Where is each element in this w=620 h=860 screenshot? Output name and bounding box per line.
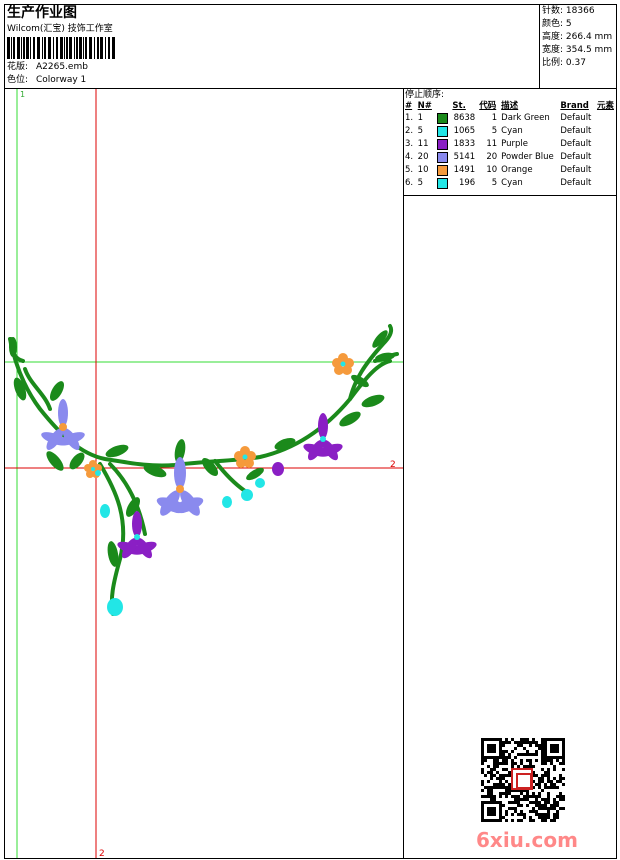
powder-blue-flowers	[41, 399, 204, 516]
row-description: Orange	[501, 165, 533, 175]
row-brand: Default	[560, 165, 592, 175]
row-description: Powder Blue	[501, 152, 554, 162]
row-index: 6.	[405, 178, 414, 188]
page-title: 生产作业图	[7, 5, 77, 21]
row-brand: Default	[560, 139, 592, 149]
row-index: 1.	[405, 113, 414, 123]
row-element	[595, 151, 617, 164]
row-needle: 11	[417, 139, 429, 149]
row-element	[595, 177, 617, 190]
row-code: 1	[491, 113, 498, 123]
stop-sequence-table: # N# St. 代码 描述 Brand 元素 1. 1 8638 1 Dark Gre…	[403, 101, 617, 190]
row-brand: Default	[560, 126, 592, 136]
row-swatch	[435, 125, 451, 138]
col-swatch	[435, 101, 451, 112]
color-swatch	[436, 112, 448, 124]
row-description: Cyan	[501, 178, 523, 188]
row-index: 3.	[405, 139, 414, 149]
colorway-value: Colorway 1	[36, 75, 87, 85]
table-row: 1. 1 8638 1 Dark Green Default	[403, 112, 617, 125]
table-row: 6. 5 196 5 Cyan Default	[403, 177, 617, 190]
row-index: 4.	[405, 152, 414, 162]
row-needle: 5	[417, 126, 424, 136]
row-brand: Default	[560, 113, 592, 123]
row-needle: 5	[417, 178, 424, 188]
row-code: 5	[491, 126, 498, 136]
row-element	[595, 138, 617, 151]
col-description: 描述	[501, 101, 519, 111]
col-needle: N#	[417, 101, 432, 111]
stat-height: 高度: 266.4 mm	[542, 32, 613, 42]
panel-divider	[403, 88, 404, 859]
row-brand: Default	[560, 178, 592, 188]
stat-colors: 颜色: 5	[542, 19, 572, 29]
row-code: 20	[486, 152, 498, 162]
color-swatch	[436, 151, 448, 163]
color-swatch	[436, 125, 448, 137]
row-index: 2.	[405, 126, 414, 136]
table-row: 4. 20 5141 20 Powder Blue Default	[403, 151, 617, 164]
table-row: 3. 11 1833 11 Purple Default	[403, 138, 617, 151]
row-swatch	[435, 138, 451, 151]
row-code: 5	[491, 178, 498, 188]
col-index: #	[405, 101, 413, 111]
row-code: 10	[486, 165, 498, 175]
row-swatch	[435, 151, 451, 164]
watermark-site: 6xiu.com	[476, 828, 578, 852]
stop-sequence-title: 停止顺序:	[405, 90, 445, 100]
row-brand: Default	[560, 152, 592, 162]
design-canvas: 1 2 2	[5, 89, 403, 858]
stats-list: 针数: 18366 颜色: 5 高度: 266.4 mm 宽度: 354.5 m…	[542, 5, 612, 70]
color-swatch	[436, 177, 448, 189]
row-needle: 1	[417, 113, 424, 123]
red-horizontal-marker: 2	[390, 460, 396, 470]
row-stitches: 5141	[453, 152, 476, 162]
col-code: 代码	[479, 101, 497, 111]
colorway-label: 色位:	[7, 75, 29, 85]
row-stitches: 1833	[453, 139, 476, 149]
stop-table-divider	[403, 195, 617, 196]
row-index: 5.	[405, 165, 414, 175]
red-seal-icon	[511, 768, 533, 790]
stat-width: 宽度: 354.5 mm	[542, 45, 613, 55]
embroidery-design	[8, 324, 399, 616]
col-brand: Brand	[560, 101, 589, 111]
col-stitches: St.	[452, 101, 466, 111]
row-stitches: 196	[458, 178, 476, 188]
table-row: 5. 10 1491 10 Orange Default	[403, 164, 617, 177]
table-header-row: # N# St. 代码 描述 Brand 元素	[403, 101, 617, 112]
table-row: 2. 5 1065 5 Cyan Default	[403, 125, 617, 138]
row-description: Cyan	[501, 126, 523, 136]
row-needle: 10	[417, 165, 429, 175]
row-code: 11	[486, 139, 498, 149]
row-stitches: 1491	[453, 165, 476, 175]
design-value: A2265.emb	[36, 62, 88, 72]
red-vertical-marker: 2	[99, 849, 105, 858]
row-swatch	[435, 177, 451, 190]
stat-stitches: 针数: 18366	[542, 6, 595, 16]
company-name: Wilcom(汇宝) 技饰工作室	[7, 24, 113, 34]
row-swatch	[435, 112, 451, 125]
row-stitches: 8638	[453, 113, 476, 123]
color-swatch	[436, 164, 448, 176]
col-element: 元素	[596, 101, 614, 111]
row-element	[595, 164, 617, 177]
row-needle: 20	[417, 152, 429, 162]
barcode	[7, 37, 115, 59]
color-swatch	[436, 138, 448, 150]
stat-scale: 比例: 0.37	[542, 58, 586, 68]
row-description: Purple	[501, 139, 529, 149]
green-guide-marker: 1	[20, 90, 25, 99]
row-swatch	[435, 164, 451, 177]
row-description: Dark Green	[501, 113, 550, 123]
row-element	[595, 125, 617, 138]
row-stitches: 1065	[453, 126, 476, 136]
design-label: 花版:	[7, 62, 29, 72]
row-element	[595, 112, 617, 125]
